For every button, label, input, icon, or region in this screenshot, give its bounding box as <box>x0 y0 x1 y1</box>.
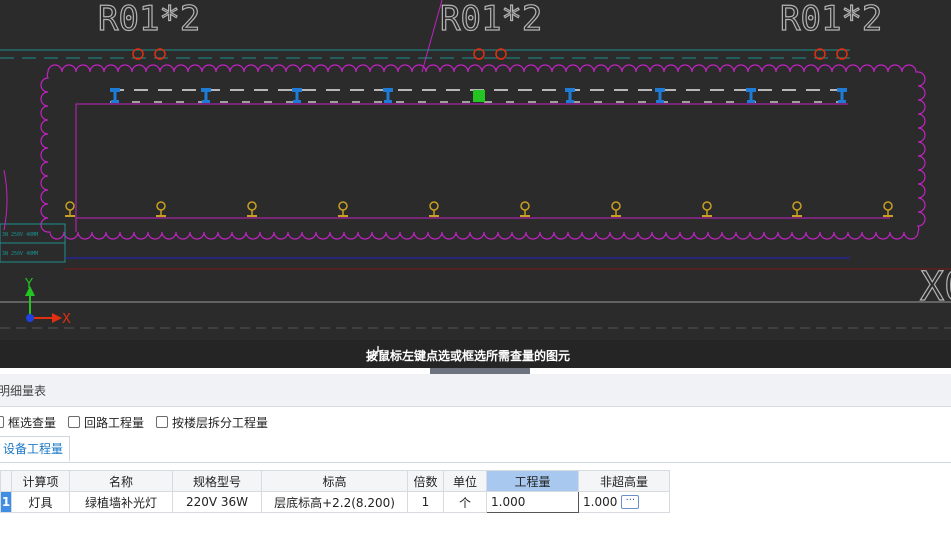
col-header-spec[interactable]: 规格型号 <box>172 470 262 492</box>
wire <box>421 0 443 73</box>
light-fixture[interactable] <box>383 88 393 103</box>
pick-cursor-icon <box>367 346 383 362</box>
cad-drawing[interactable]: R01*2 R01*2 R01*2 3N 250V 40MM 3N 250V 4… <box>0 0 951 368</box>
cell-name[interactable]: 绿植墙补光灯 <box>69 491 173 513</box>
col-header-non-high-quantity[interactable]: 非超高量 <box>578 470 670 492</box>
light-fixture[interactable] <box>565 88 575 103</box>
light-fixture[interactable] <box>746 88 756 103</box>
table-header-row: 计算项 名称 规格型号 标高 倍数 单位 工程量 非超高量 <box>0 470 670 492</box>
cell-multiplier[interactable]: 1 <box>407 491 444 513</box>
col-header-name[interactable]: 名称 <box>69 470 173 492</box>
light-fixture[interactable] <box>837 88 847 103</box>
tab-strip: 设备工程量 <box>0 436 951 463</box>
circuit-label: R01*2 <box>440 0 542 39</box>
wall-fixture[interactable] <box>338 201 348 217</box>
table-row[interactable]: 1 灯具 绿植墙补光灯 220V 36W 层底标高+2.2(8.200) 1 个… <box>0 491 670 513</box>
cell-non-high-quantity[interactable]: 1.000 ··· <box>578 491 670 513</box>
col-header-index <box>0 470 12 492</box>
cell-spec[interactable]: 220V 36W <box>172 491 262 513</box>
col-header-elevation[interactable]: 标高 <box>261 470 408 492</box>
quantity-panel: 明细量表 框选查量 回路工程量 按楼层拆分工程量 设备工程量 计算项 名称 规格… <box>0 374 951 554</box>
wall-fixture[interactable] <box>520 201 530 217</box>
wire <box>75 103 848 232</box>
circuit-quantity-checkbox[interactable] <box>68 416 81 428</box>
wall-fixture-group[interactable] <box>65 201 893 217</box>
ellipsis-button[interactable]: ··· <box>621 495 640 510</box>
circuit-label: R01*2 <box>780 0 882 39</box>
hint-text: 按鼠标左键点选或框选所需查量的图元 <box>366 348 571 363</box>
wall-fixture[interactable] <box>792 201 802 217</box>
split-by-floor-option[interactable]: 按楼层拆分工程量 <box>156 414 268 431</box>
wall-fixture[interactable] <box>65 201 75 217</box>
col-header-quantity[interactable]: 工程量 <box>486 470 579 492</box>
light-fixture[interactable] <box>201 88 211 103</box>
legend-line: 3N 250V 40MM <box>2 251 38 257</box>
panel-title: 明细量表 <box>0 384 47 398</box>
col-header-multiplier[interactable]: 倍数 <box>407 470 444 492</box>
box-select-option[interactable]: 框选查量 <box>0 414 56 431</box>
cell-unit[interactable]: 个 <box>443 491 487 513</box>
cell-quantity-editor[interactable]: 1.000 <box>486 491 579 513</box>
legend-line: 3N 250V 40MM <box>2 232 38 238</box>
wall-fixture[interactable] <box>702 201 712 217</box>
circuit-quantity-option[interactable]: 回路工程量 <box>68 414 144 431</box>
axis-label: X0 <box>920 264 951 310</box>
cell-calc-item[interactable]: 灯具 <box>11 491 70 513</box>
cell-elevation[interactable]: 层底标高+2.2(8.200) <box>261 491 408 513</box>
options-row: 框选查量 回路工程量 按楼层拆分工程量 <box>0 412 280 432</box>
selected-light-fixture[interactable] <box>473 90 485 102</box>
split-by-floor-checkbox[interactable] <box>156 416 169 428</box>
wall-fixture[interactable] <box>611 201 621 217</box>
quantity-table: 计算项 名称 规格型号 标高 倍数 单位 工程量 非超高量 1 灯具 绿植墙补光… <box>0 470 670 513</box>
light-fixture[interactable] <box>110 88 120 103</box>
wall-fixture[interactable] <box>156 201 166 217</box>
cad-canvas[interactable]: R01*2 R01*2 R01*2 3N 250V 40MM 3N 250V 4… <box>0 0 951 368</box>
svg-text:X: X <box>62 312 71 327</box>
wall-fixture[interactable] <box>883 201 893 217</box>
command-hint: 按鼠标左键点选或框选所需查量的图元 <box>366 345 570 365</box>
svg-text:Y: Y <box>24 277 33 292</box>
row-number[interactable]: 1 <box>0 491 12 513</box>
circuit-label: R01*2 <box>98 0 200 39</box>
box-select-checkbox[interactable] <box>0 416 4 428</box>
light-fixture[interactable] <box>292 88 302 103</box>
wall-fixture[interactable] <box>247 201 257 217</box>
light-fixture[interactable] <box>655 88 665 103</box>
col-header-unit[interactable]: 单位 <box>443 470 487 492</box>
col-header-calc-item[interactable]: 计算项 <box>11 470 70 492</box>
panel-title-bar: 明细量表 <box>0 374 951 407</box>
tab-equipment-quantity[interactable]: 设备工程量 <box>0 436 71 462</box>
wall-fixture[interactable] <box>429 201 439 217</box>
